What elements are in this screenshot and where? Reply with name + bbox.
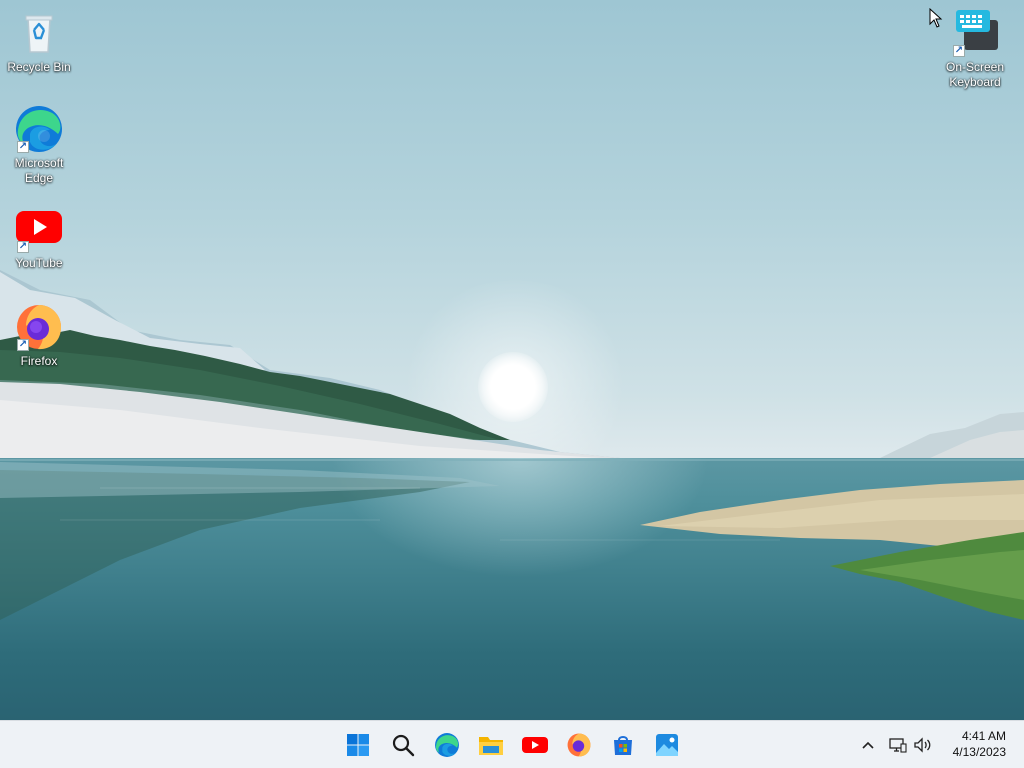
desktop-icon-on-screen-keyboard[interactable]: ↗ On-Screen Keyboard (937, 8, 1013, 90)
clock-date: 4/13/2023 (952, 745, 1006, 759)
youtube-icon: ↗ (14, 204, 64, 254)
shortcut-arrow-icon: ↗ (17, 141, 29, 153)
shortcut-arrow-icon: ↗ (17, 339, 29, 351)
youtube-label: YouTube (15, 256, 63, 270)
taskbar: 4:41 AM 4/13/2023 (0, 720, 1024, 768)
edge-icon (435, 733, 459, 757)
microsoft-edge-label: Microsoft Edge (14, 156, 64, 185)
taskbar-file-explorer-button[interactable] (473, 727, 509, 763)
file-explorer-icon (479, 737, 503, 755)
start-icon (347, 734, 369, 756)
chevron-up-icon (862, 741, 874, 749)
taskbar-photos-button[interactable] (649, 727, 685, 763)
taskbar-edge-button[interactable] (429, 727, 465, 763)
on-screen-keyboard-label: On-Screen Keyboard (945, 60, 1005, 89)
shortcut-arrow-icon: ↗ (953, 45, 965, 57)
edge-icon: ↗ (14, 104, 64, 154)
search-icon (392, 734, 415, 757)
clock-time: 4:41 AM (961, 729, 1006, 743)
water-details (0, 459, 1024, 620)
desktop-icon-youtube[interactable]: ↗ YouTube (1, 204, 77, 271)
recycle-bin-label: Recycle Bin (7, 60, 71, 74)
shortcut-arrow-icon: ↗ (17, 241, 29, 253)
taskbar-firefox-button[interactable] (561, 727, 597, 763)
desktop-icon-microsoft-edge[interactable]: ↗ Microsoft Edge (1, 104, 77, 186)
show-hidden-icons-button[interactable] (852, 727, 884, 763)
search-button[interactable] (385, 727, 421, 763)
firefox-icon: ↗ (14, 302, 64, 352)
photos-icon (656, 734, 678, 756)
mouse-cursor-icon (929, 8, 943, 28)
microsoft-store-icon (614, 736, 632, 755)
start-button[interactable] (340, 727, 376, 763)
taskbar-youtube-button[interactable] (517, 727, 553, 763)
keyboard-icon: ↗ (950, 8, 1000, 58)
volume-icon (914, 737, 931, 753)
recycle-bin-icon (14, 8, 64, 58)
desktop-icon-firefox[interactable]: ↗ Firefox (1, 302, 77, 369)
firefox-label: Firefox (20, 354, 58, 368)
network-icon (889, 738, 907, 753)
desktop-icon-recycle-bin[interactable]: Recycle Bin (1, 8, 77, 75)
network-volume-button[interactable] (886, 727, 936, 763)
youtube-icon (522, 737, 548, 753)
taskbar-clock[interactable]: 4:41 AM 4/13/2023 (953, 728, 1006, 760)
desktop-wallpaper[interactable]: Recycle Bin ↗ Microsoft Edge ↗ YouTube ↗… (0, 0, 1024, 720)
firefox-icon (567, 733, 591, 757)
taskbar-microsoft-store-button[interactable] (605, 727, 641, 763)
